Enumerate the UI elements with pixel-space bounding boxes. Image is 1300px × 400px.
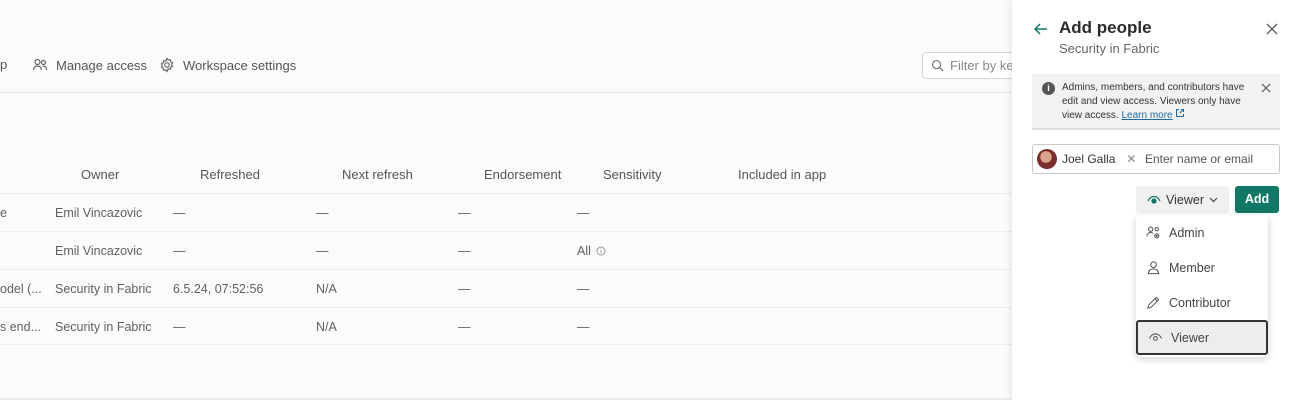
workspace-settings-label: Workspace settings — [183, 57, 297, 73]
toolbar-divider — [0, 92, 1012, 93]
cell-endorsement: — — [458, 282, 471, 296]
person-icon — [1147, 261, 1160, 275]
panel-subtitle: Security in Fabric — [1059, 41, 1160, 56]
chip-name: Joel Galla — [1062, 152, 1116, 166]
menu-item-label: Contributor — [1169, 295, 1231, 310]
people-icon — [32, 58, 48, 71]
search-icon — [931, 59, 944, 72]
table-row[interactable]: e Emil Vincazovic — — — — — [0, 193, 1012, 231]
menu-item-label: Viewer — [1171, 330, 1209, 345]
table-row[interactable]: Emil Vincazovic — — — All — [0, 231, 1012, 269]
remove-chip-icon[interactable]: ✕ — [1126, 152, 1136, 166]
eye-icon — [1147, 195, 1161, 204]
cell-next-refresh: N/A — [316, 320, 337, 334]
cell-next-refresh: — — [316, 244, 329, 258]
cell-owner: Emil Vincazovic — [55, 244, 143, 258]
table-row[interactable]: odel (... Security in Fabric 6.5.24, 07:… — [0, 269, 1012, 307]
info-banner: i Admins, members, and contributors have… — [1032, 74, 1280, 130]
external-link-icon — [1176, 109, 1185, 117]
menu-item-admin[interactable]: Admin — [1136, 215, 1268, 250]
name-email-input[interactable] — [1145, 149, 1273, 169]
col-owner[interactable]: Owner — [81, 167, 119, 182]
cell-refreshed: — — [173, 206, 186, 220]
chevron-down-icon — [1209, 197, 1218, 202]
role-dropdown-label: Viewer — [1166, 192, 1204, 207]
cell-sensitivity: — — [577, 206, 590, 220]
add-button[interactable]: Add — [1235, 186, 1279, 213]
people-picker[interactable]: Joel Galla ✕ — [1032, 144, 1280, 174]
pencil-icon — [1147, 296, 1160, 309]
workspace-background: p Manage access Workspace settings Filte… — [0, 0, 1022, 400]
toolbar: p Manage access Workspace settings — [0, 48, 1012, 84]
manage-access-label: Manage access — [56, 57, 148, 73]
eye-icon — [1148, 333, 1163, 341]
cell-refreshed: — — [173, 320, 186, 334]
app-root: p Manage access Workspace settings Filte… — [0, 0, 1300, 400]
admin-icon — [1146, 226, 1160, 239]
cell-sensitivity: — — [577, 282, 590, 296]
gear-icon — [160, 57, 174, 73]
col-included-in-app[interactable]: Included in app — [738, 167, 826, 182]
role-menu: Admin Member Contributor Viewer — [1136, 215, 1268, 357]
learn-more-link[interactable]: Learn more — [1121, 110, 1172, 121]
cell-endorsement: — — [458, 244, 471, 258]
manage-access-button[interactable]: Manage access — [32, 57, 147, 73]
menu-item-member[interactable]: Member — [1136, 250, 1268, 285]
add-people-panel: Add people Security in Fabric i Admins, … — [1012, 0, 1300, 400]
menu-item-viewer[interactable]: Viewer — [1136, 320, 1268, 355]
dismiss-banner-icon[interactable] — [1260, 82, 1272, 94]
cell-owner: Security in Fabric — [55, 282, 152, 296]
avatar — [1037, 149, 1057, 169]
cell-name[interactable]: s end... — [0, 320, 41, 334]
cell-sensitivity: — — [577, 320, 590, 334]
cell-name[interactable]: e — [0, 206, 7, 220]
cell-sensitivity: All — [577, 244, 591, 258]
info-icon: i — [1042, 82, 1055, 95]
cell-next-refresh: — — [316, 206, 329, 220]
toolbar-truncated-label: p — [0, 57, 8, 72]
toolbar-truncated-item[interactable]: p — [0, 57, 7, 72]
menu-item-label: Admin — [1169, 225, 1205, 240]
workspace-settings-button[interactable]: Workspace settings — [159, 57, 296, 73]
cell-refreshed: 6.5.24, 07:52:56 — [173, 282, 264, 296]
cell-owner: Emil Vincazovic — [55, 206, 143, 220]
filter-input[interactable]: Filter by key — [922, 52, 1022, 79]
table-row[interactable]: s end... Security in Fabric — N/A — — — [0, 307, 1012, 345]
cell-refreshed: — — [173, 244, 186, 258]
info-circle-icon[interactable] — [596, 246, 606, 256]
close-icon[interactable] — [1263, 20, 1281, 38]
col-endorsement[interactable]: Endorsement — [484, 167, 561, 182]
cell-next-refresh: N/A — [316, 282, 337, 296]
cell-owner: Security in Fabric — [55, 320, 152, 334]
cell-name[interactable]: odel (... — [0, 282, 42, 296]
menu-item-contributor[interactable]: Contributor — [1136, 285, 1268, 320]
filter-placeholder: Filter by key — [950, 58, 1021, 73]
menu-item-label: Member — [1169, 260, 1215, 275]
panel-title: Add people — [1059, 18, 1152, 37]
person-chip[interactable]: Joel Galla ✕ — [1037, 148, 1136, 170]
role-dropdown[interactable]: Viewer — [1136, 186, 1229, 213]
cell-endorsement: — — [458, 320, 471, 334]
back-arrow-icon[interactable] — [1032, 20, 1050, 38]
col-next-refresh[interactable]: Next refresh — [342, 167, 413, 182]
col-refreshed[interactable]: Refreshed — [200, 167, 260, 182]
col-sensitivity[interactable]: Sensitivity — [603, 167, 662, 182]
cell-endorsement: — — [458, 206, 471, 220]
